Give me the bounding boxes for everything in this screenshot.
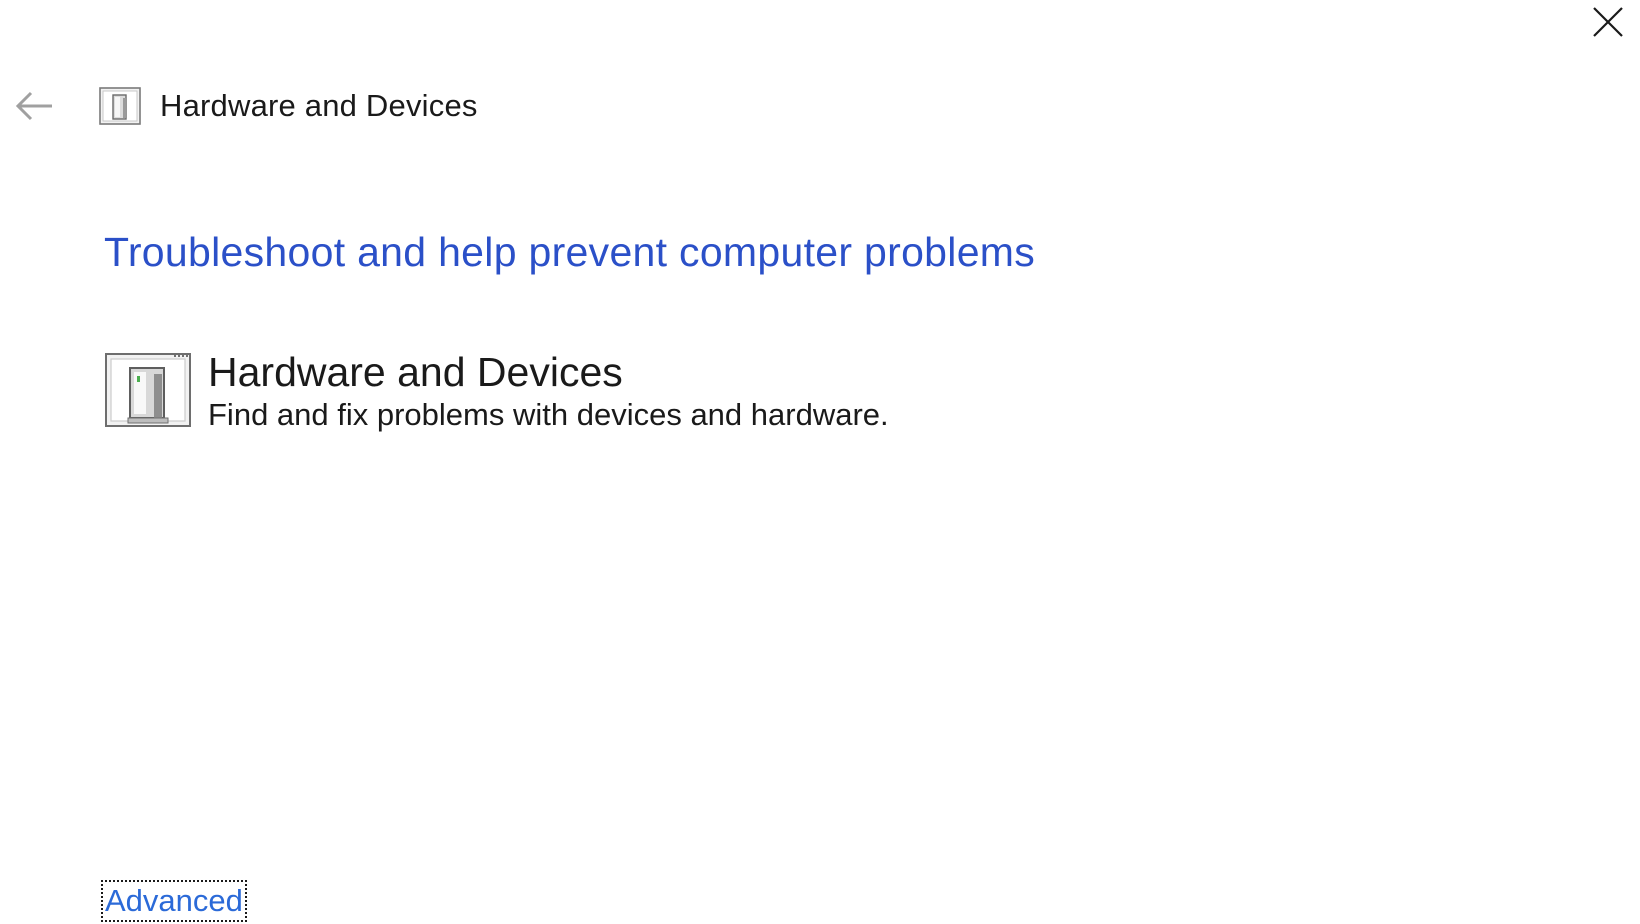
back-button[interactable] bbox=[12, 84, 56, 128]
back-arrow-icon bbox=[15, 91, 52, 121]
window-title: Hardware and Devices bbox=[160, 88, 478, 123]
advanced-link[interactable]: Advanced bbox=[101, 880, 247, 922]
hardware-devices-icon bbox=[105, 353, 191, 427]
troubleshooter-item-text: Hardware and Devices Find and fix proble… bbox=[208, 348, 889, 434]
close-button[interactable] bbox=[1576, 0, 1640, 44]
troubleshooter-item-hardware[interactable]: Hardware and Devices Find and fix proble… bbox=[104, 348, 889, 434]
troubleshooter-window: Hardware and Devices Troubleshoot and he… bbox=[0, 0, 1640, 924]
page-heading: Troubleshoot and help prevent computer p… bbox=[104, 229, 1036, 275]
troubleshooter-item-description: Find and fix problems with devices and h… bbox=[208, 397, 889, 432]
hardware-devices-icon bbox=[99, 87, 141, 125]
close-icon bbox=[1593, 7, 1623, 37]
header-bar: Hardware and Devices bbox=[12, 84, 478, 128]
troubleshooter-item-title: Hardware and Devices bbox=[208, 349, 623, 395]
